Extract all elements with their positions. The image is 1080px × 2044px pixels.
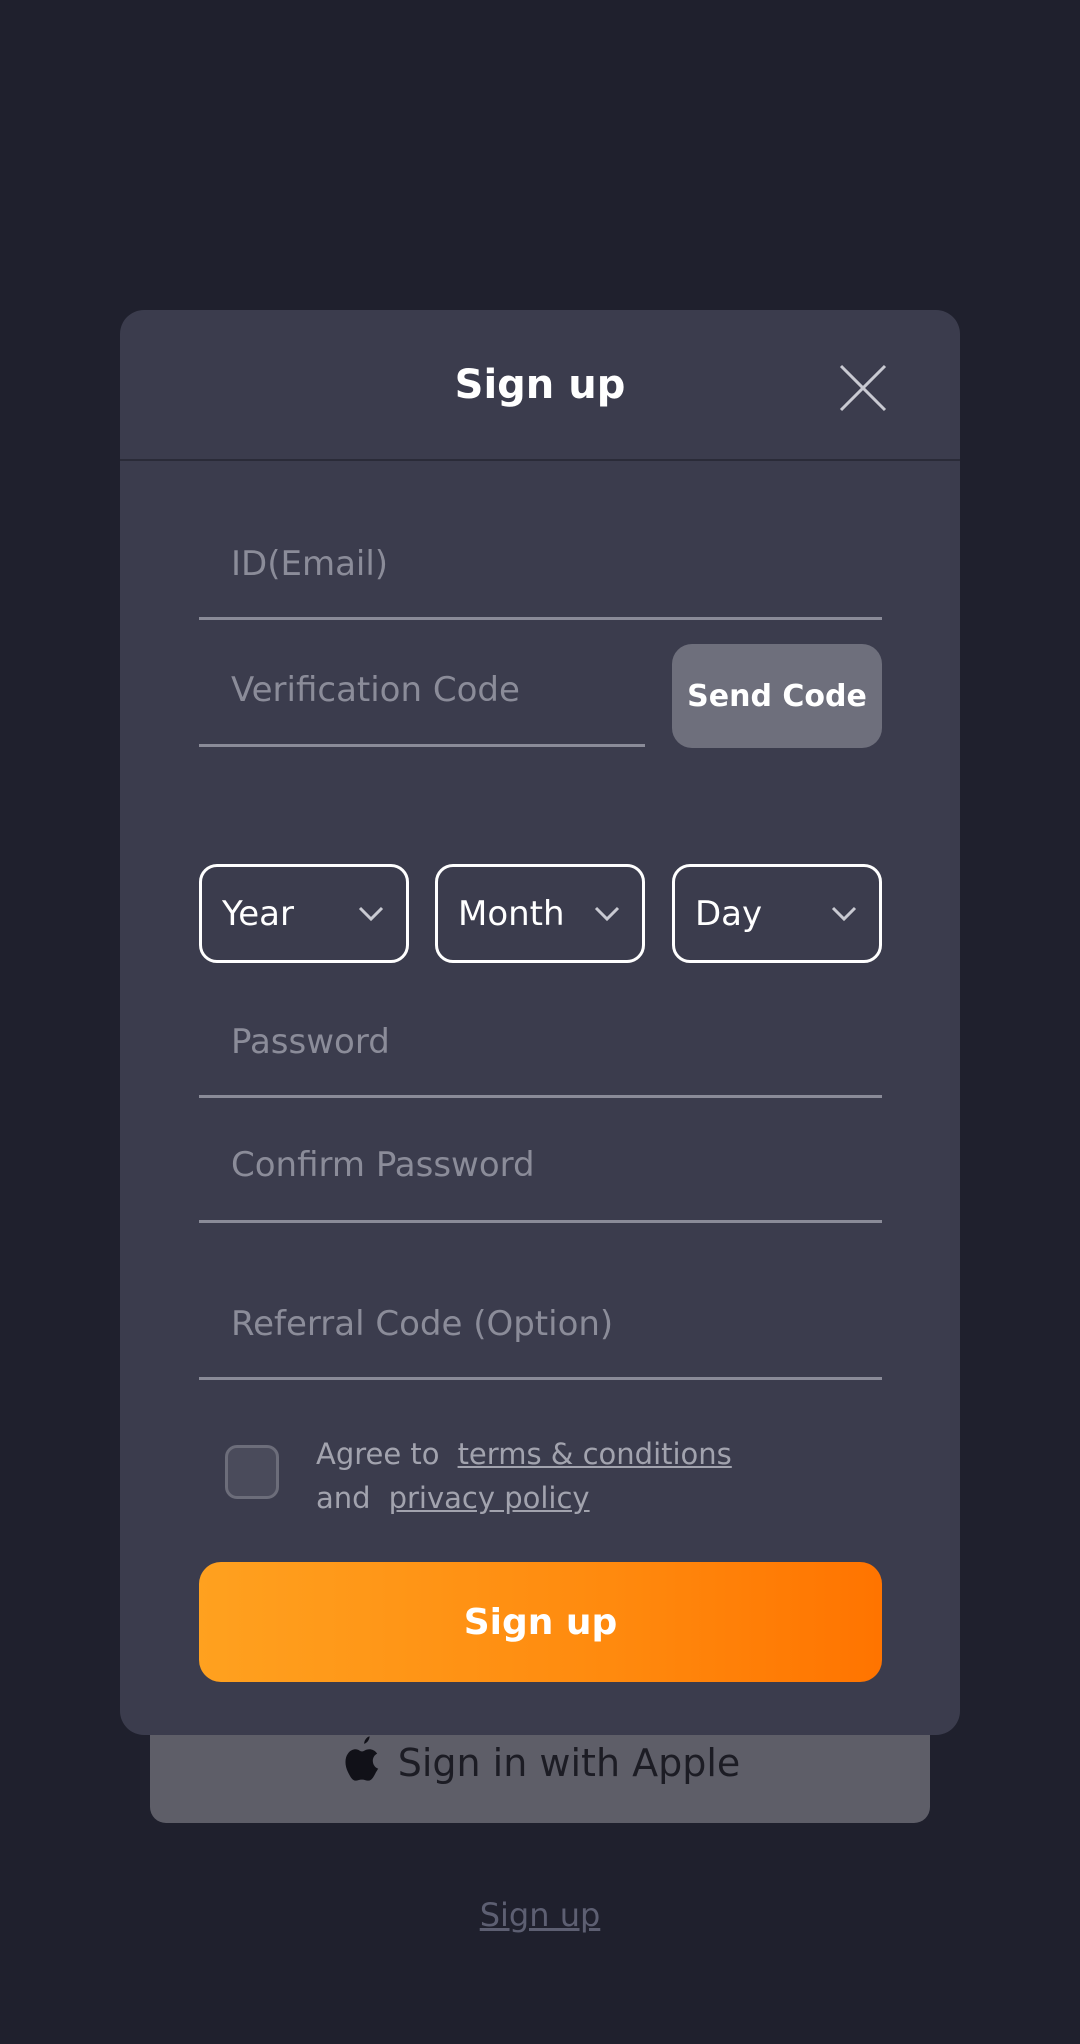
day-select[interactable]: Day [672,864,882,963]
month-select-label: Month [458,893,565,934]
referral-code-field [199,1270,882,1380]
email-input[interactable] [199,543,882,584]
month-select[interactable]: Month [435,864,645,963]
verification-code-field [199,635,645,747]
year-select[interactable]: Year [199,864,409,963]
terms-link[interactable]: terms & conditions [458,1437,732,1471]
apple-button-label: Sign in with Apple [397,1741,741,1785]
agree-text: Agree to terms & conditions and privacy po… [316,1432,732,1520]
password-input[interactable] [199,1021,882,1062]
agree-and: and [316,1481,371,1515]
signup-button[interactable]: Sign up [199,1562,882,1682]
bottom-signup-link[interactable]: Sign up [0,1896,1080,1934]
close-button[interactable] [838,363,888,413]
confirm-password-field [199,1110,882,1223]
page: Sign in with Apple Sign up Sign up Send … [0,0,1080,2044]
referral-code-input[interactable] [199,1303,882,1344]
agree-prefix: Agree to [316,1437,440,1471]
email-field [199,510,882,620]
chevron-down-icon [831,906,857,921]
signup-modal: Sign up Send Code Year Month [120,310,960,1735]
chevron-down-icon [358,906,384,921]
send-code-button[interactable]: Send Code [672,644,882,748]
privacy-link[interactable]: privacy policy [389,1481,590,1515]
verification-code-input[interactable] [199,669,645,710]
day-select-label: Day [695,893,763,934]
modal-header: Sign up [120,310,960,461]
close-icon [839,364,887,412]
agree-checkbox[interactable] [225,1445,279,1499]
password-field [199,988,882,1098]
apple-icon [345,1736,378,1781]
modal-title: Sign up [454,361,626,408]
confirm-password-input[interactable] [199,1145,882,1185]
year-select-label: Year [222,893,294,934]
chevron-down-icon [594,906,620,921]
